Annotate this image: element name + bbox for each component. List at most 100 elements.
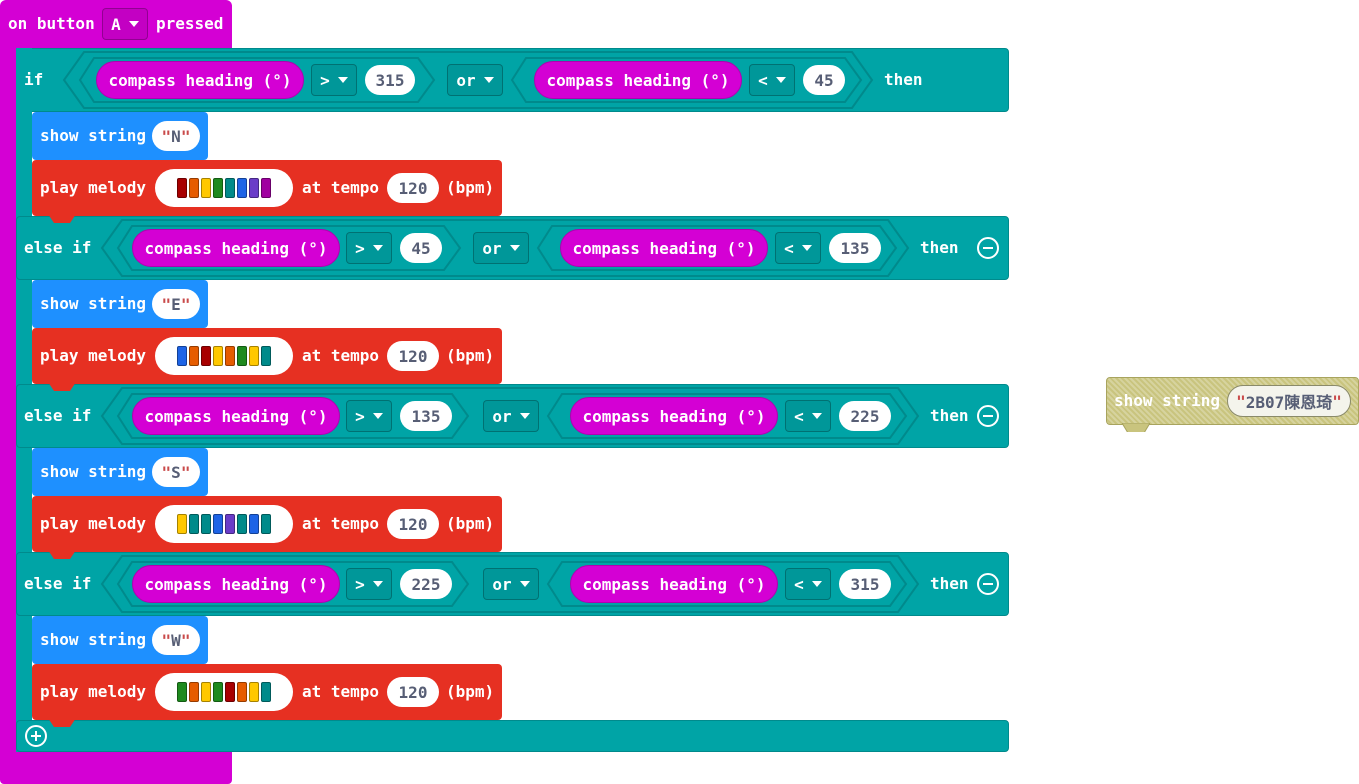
melody-note-swatch [201,346,211,366]
compass-heading-reporter[interactable]: compass heading (°) [570,565,778,603]
tempo-input[interactable]: 120 [387,509,439,539]
chevron-down-icon [775,77,786,83]
comparison-operator-dropdown[interactable]: < [775,232,821,264]
melody-note-swatch [177,178,187,198]
at-tempo-label: at tempo [302,178,380,197]
melody-note-swatch [189,514,199,534]
or-operator-dropdown[interactable]: or [473,232,529,264]
at-tempo-label: at tempo [302,682,380,701]
block-connector-notch [1122,423,1150,432]
at-tempo-label: at tempo [302,514,380,533]
or-operator-dropdown[interactable]: or [483,400,539,432]
tempo-input[interactable]: 120 [387,341,439,371]
melody-editor-field[interactable] [155,337,293,375]
melody-note-swatch [261,514,271,534]
chevron-down-icon [811,413,822,419]
melody-note-swatch [177,682,187,702]
number-input[interactable]: 225 [400,569,452,599]
comparison-operator-dropdown[interactable]: < [785,400,831,432]
string-input[interactable]: " N " [152,121,200,151]
comparison-operator-dropdown[interactable]: > [346,568,392,600]
chevron-down-icon [483,77,494,83]
melody-note-swatch [213,514,223,534]
event-block-bottom [0,752,232,784]
comparison-operator-dropdown[interactable]: < [749,64,795,96]
remove-else-if-icon[interactable] [977,237,999,259]
melody-note-swatch [249,682,259,702]
string-input[interactable]: " E " [152,289,200,319]
play-melody-label: play melody [40,178,146,197]
melody-note-swatch [225,346,235,366]
bpm-label: (bpm) [446,514,495,533]
hat-prefix-label: on button [8,14,95,33]
if-block-footer [16,720,1009,752]
comparison-operator-dropdown[interactable]: > [311,64,357,96]
else-if-label: else if [24,406,92,425]
show-string-label: show string [40,294,146,313]
number-input[interactable]: 135 [829,233,881,263]
compass-heading-reporter[interactable]: compass heading (°) [132,565,340,603]
chevron-down-icon [519,581,530,587]
at-tempo-label: at tempo [302,346,380,365]
tempo-input[interactable]: 120 [387,677,439,707]
chevron-down-icon [372,245,383,251]
tempo-input[interactable]: 120 [387,173,439,203]
bpm-label: (bpm) [446,682,495,701]
compass-heading-reporter[interactable]: compass heading (°) [96,61,304,99]
melody-note-swatch [237,178,247,198]
melody-note-swatch [177,514,187,534]
comparison-operator-dropdown[interactable]: > [346,232,392,264]
string-input[interactable]: " W " [152,625,200,655]
melody-note-swatch [261,346,271,366]
chevron-down-icon [128,21,139,27]
bpm-label: (bpm) [446,178,495,197]
number-input[interactable]: 45 [400,233,442,263]
or-operator-dropdown[interactable]: or [483,568,539,600]
remove-else-if-icon[interactable] [977,405,999,427]
melody-editor-field[interactable] [155,505,293,543]
melody-note-swatch [201,178,211,198]
number-input[interactable]: 45 [803,65,845,95]
disabled-string-input[interactable]: " 2B07陳恩琦 " [1227,385,1351,417]
compass-heading-reporter[interactable]: compass heading (°) [560,229,768,267]
then-label: then [920,238,959,257]
number-input[interactable]: 315 [839,569,891,599]
melody-note-swatch [189,346,199,366]
melody-note-swatch [189,682,199,702]
melody-note-swatch [249,178,259,198]
string-input[interactable]: " S " [152,457,200,487]
melody-editor-field[interactable] [155,673,293,711]
melody-note-swatch [225,178,235,198]
show-string-label: show string [40,462,146,481]
compass-heading-reporter[interactable]: compass heading (°) [534,61,742,99]
button-selector-dropdown[interactable]: A [102,8,148,40]
melody-note-swatch [213,346,223,366]
melody-note-swatch [249,346,259,366]
number-input[interactable]: 225 [839,401,891,431]
disabled-show-string-label: show string [1114,391,1220,410]
then-label: then [930,574,969,593]
event-block-spine [0,40,16,760]
or-operator-dropdown[interactable]: or [447,64,503,96]
add-else-if-icon[interactable] [25,725,47,747]
number-input[interactable]: 315 [365,65,415,95]
compass-heading-reporter[interactable]: compass heading (°) [132,229,340,267]
comparison-operator-dropdown[interactable]: > [346,400,392,432]
melody-note-swatch [213,682,223,702]
melody-note-swatch [225,682,235,702]
melody-editor-field[interactable] [155,169,293,207]
else-if-label: else if [24,574,92,593]
remove-else-if-icon[interactable] [977,573,999,595]
play-melody-label: play melody [40,682,146,701]
compass-heading-reporter[interactable]: compass heading (°) [132,397,340,435]
melody-note-swatch [213,178,223,198]
else-if-label: else if [24,238,92,257]
compass-heading-reporter[interactable]: compass heading (°) [570,397,778,435]
if-label: if [24,70,44,89]
melody-note-swatch [237,682,247,702]
play-melody-label: play melody [40,514,146,533]
number-input[interactable]: 135 [400,401,452,431]
melody-note-swatch [237,514,247,534]
comparison-operator-dropdown[interactable]: < [785,568,831,600]
chevron-down-icon [337,77,348,83]
